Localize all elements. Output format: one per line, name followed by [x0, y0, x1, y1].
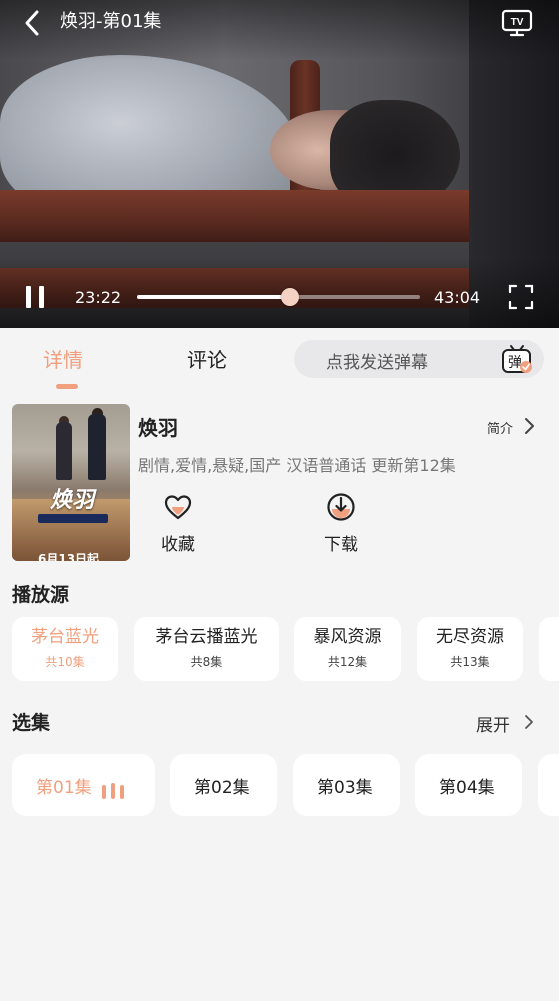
tab-bar: 详情 评论 点我发送弹幕 弹 [0, 328, 559, 392]
episode-label: 第04集 [439, 778, 495, 798]
chevron-left-icon [25, 10, 39, 36]
source-count: 共12集 [327, 655, 368, 669]
episode-label: 第03集 [317, 778, 373, 798]
source-count: 共8集 [190, 655, 223, 669]
expand-episodes-link[interactable]: 展开 [476, 711, 510, 736]
progress-fill [137, 295, 291, 299]
chevron-right-icon[interactable] [522, 713, 536, 731]
source-item[interactable]: 暴风资源 共12集 [294, 617, 401, 681]
pause-icon-bar-right [39, 286, 44, 308]
source-list: 茅台蓝光 共10集 茅台云播蓝光 共8集 暴风资源 共12集 无尽资源 共13集 [12, 617, 559, 681]
source-item[interactable]: 茅台蓝光 共10集 [12, 617, 118, 681]
episode-item[interactable]: 第01集 [12, 754, 155, 816]
episode-item[interactable]: 第04集 [415, 754, 522, 816]
tv-icon: TV [501, 9, 533, 37]
poster-banner [38, 514, 108, 523]
chevron-right-icon[interactable] [522, 417, 536, 435]
heart-icon [164, 495, 192, 520]
source-count: 共10集 [45, 655, 85, 669]
episode-label: 第02集 [194, 778, 250, 798]
danmu-input[interactable]: 点我发送弹幕 弹 [294, 340, 544, 378]
source-count: 共13集 [450, 655, 490, 669]
tab-details[interactable]: 详情 [43, 346, 83, 374]
cast-tv-button[interactable]: TV [500, 8, 534, 38]
episode-label: 第01集 [36, 778, 92, 798]
now-playing-icon [102, 781, 130, 799]
back-button[interactable] [18, 8, 48, 38]
progress-slider[interactable] [137, 288, 420, 306]
episode-item[interactable]: 第03集 [293, 754, 400, 816]
tab-comments[interactable]: 评论 [187, 346, 227, 374]
danmu-icon-text: 弹 [508, 355, 522, 371]
source-name: 茅台云播蓝光 [155, 627, 258, 647]
episode-item[interactable]: 第02集 [170, 754, 277, 816]
download-icon [327, 493, 355, 521]
total-time: 43:04 [434, 288, 481, 307]
poster-figure [88, 414, 106, 480]
favorite-label: 收藏 [161, 535, 195, 555]
pause-button[interactable] [22, 284, 50, 310]
episodes-heading: 选集 [12, 712, 51, 734]
video-title: 焕羽-第01集 [60, 11, 162, 32]
pause-icon-bar-left [26, 286, 31, 308]
show-poster[interactable]: 焕羽 6月13日起 [12, 404, 130, 561]
danmu-placeholder: 点我发送弹幕 [326, 353, 428, 373]
show-title: 焕羽 [138, 416, 178, 440]
poster-logo: 焕羽 [50, 488, 95, 513]
source-name: 暴风资源 [313, 627, 382, 647]
source-name: 茅台蓝光 [31, 627, 99, 647]
source-item[interactable]: 无尽资源 共13集 [417, 617, 523, 681]
current-time: 23:22 [75, 288, 122, 307]
source-item[interactable]: 茅台云播蓝光 共8集 [134, 617, 279, 681]
tab-active-indicator [56, 384, 78, 389]
download-label: 下载 [324, 535, 358, 555]
video-player[interactable]: 焕羽-第01集 TV 23:22 43:04 [0, 0, 559, 328]
episode-list: 第01集 第02集 第03集 第04集 [12, 754, 559, 816]
episode-item-partial[interactable] [538, 754, 559, 816]
sources-heading: 播放源 [12, 584, 70, 606]
progress-handle[interactable] [281, 288, 300, 306]
show-meta: 剧情,爱情,悬疑,国产 汉语普通话 更新第12集 [138, 456, 456, 475]
danmu-toggle-icon[interactable]: 弹 [500, 343, 534, 375]
download-button[interactable]: 下载 [311, 492, 371, 562]
fullscreen-icon [508, 284, 534, 310]
favorite-button[interactable]: 收藏 [148, 492, 208, 562]
tv-icon-text: TV [511, 17, 524, 28]
poster-figure [56, 422, 72, 480]
fullscreen-button[interactable] [508, 284, 534, 310]
source-item-partial[interactable] [539, 617, 559, 681]
intro-link[interactable]: 简介 [487, 418, 513, 437]
source-name: 无尽资源 [436, 627, 504, 647]
poster-date: 6月13日起 [38, 552, 100, 561]
video-frame-rail [0, 190, 490, 242]
